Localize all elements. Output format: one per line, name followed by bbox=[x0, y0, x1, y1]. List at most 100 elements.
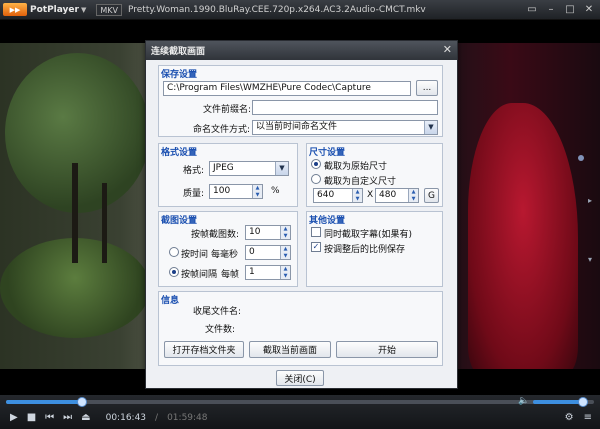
quality-spin-buttons[interactable]: ▲ ▼ bbox=[252, 185, 262, 198]
pin-icon[interactable]: ▭ bbox=[523, 2, 541, 17]
format-select[interactable]: JPEG ▼ bbox=[209, 161, 289, 176]
settings-icon[interactable]: ⚙ bbox=[565, 412, 574, 423]
original-size-label[interactable]: 截取为原始尺寸 bbox=[324, 159, 387, 172]
volume-handle[interactable] bbox=[577, 397, 588, 407]
start-button[interactable]: 开始 bbox=[336, 341, 438, 358]
width-spin-buttons[interactable]: ▲ ▼ bbox=[352, 189, 362, 202]
frame-interval-spinner[interactable]: 1 ▲ ▼ bbox=[245, 265, 291, 280]
seek-bar-progress bbox=[6, 400, 83, 404]
figure-in-red bbox=[468, 103, 578, 369]
browse-button[interactable]: ... bbox=[416, 80, 438, 96]
player-titlebar: ▶▶ PotPlayer ▼ MKV Pretty.Woman.1990.Blu… bbox=[0, 0, 600, 20]
next-icon[interactable]: ⏭ bbox=[63, 412, 72, 423]
original-size-radio[interactable] bbox=[311, 159, 321, 169]
save-settings-label: 保存设置 bbox=[161, 70, 198, 80]
seek-bar[interactable] bbox=[6, 397, 594, 407]
save-path-field[interactable]: C:\Program Files\WMZHE\Pure Codec\Captur… bbox=[163, 81, 411, 96]
potplayer-logo[interactable]: ▶▶ bbox=[3, 3, 27, 16]
spin-down-icon[interactable]: ▼ bbox=[281, 273, 290, 280]
quality-label: 质量: bbox=[183, 189, 205, 199]
seek-handle[interactable] bbox=[77, 397, 88, 407]
quality-value: 100 bbox=[213, 186, 231, 196]
volume-level bbox=[533, 400, 583, 404]
dialog-title: 连续截取画面 bbox=[151, 47, 206, 57]
file-title: Pretty.Woman.1990.BluRay.CEE.720p.x264.A… bbox=[127, 4, 426, 15]
naming-select[interactable]: 以当前时间命名文件 ▼ bbox=[252, 120, 438, 135]
minimize-icon[interactable]: – bbox=[542, 2, 560, 17]
custom-size-label[interactable]: 截取为自定义尺寸 bbox=[324, 174, 396, 187]
per-ms-label: 每毫秒 bbox=[211, 250, 239, 260]
quality-unit: % bbox=[271, 186, 280, 196]
prefix-field[interactable] bbox=[252, 100, 438, 115]
chevron-down-icon[interactable]: ▼ bbox=[275, 162, 288, 175]
ms-spinner[interactable]: 0 ▲ ▼ bbox=[245, 245, 291, 260]
height-value: 480 bbox=[379, 190, 397, 200]
frame-interval-spin-buttons[interactable]: ▲ ▼ bbox=[280, 266, 290, 279]
capture-settings-label: 截图设置 bbox=[161, 216, 198, 226]
by-frame-radio[interactable] bbox=[169, 267, 179, 277]
frame-count-spin-buttons[interactable]: ▲ ▼ bbox=[280, 226, 290, 239]
prefix-label: 文件前缀名: bbox=[203, 105, 252, 115]
frame-interval-value: 1 bbox=[249, 267, 255, 277]
info-group: 信息 收尾文件名: 文件数: 打开存档文件夹 截取当前画面 开始 bbox=[158, 291, 443, 366]
chevron-down-icon[interactable]: ▼ bbox=[424, 121, 437, 134]
size-x-label: X bbox=[367, 190, 374, 200]
menu-icon[interactable]: ≡ bbox=[584, 412, 592, 423]
volume-bar[interactable] bbox=[533, 397, 588, 407]
right-controls: ⚙ ≡ bbox=[565, 412, 592, 423]
capture-subtitle-label[interactable]: 同时截取字幕(如果有) bbox=[324, 227, 412, 240]
window-buttons: ▭ – □ ✕ bbox=[523, 2, 598, 17]
keep-aspect-checkbox[interactable]: ✓ bbox=[311, 242, 321, 252]
dialog-close-icon[interactable]: ✕ bbox=[443, 43, 452, 56]
quality-spinner[interactable]: 100 ▲ ▼ bbox=[209, 184, 263, 199]
height-spinner[interactable]: 480 ▲ ▼ bbox=[375, 188, 419, 203]
by-time-label[interactable]: 按时间 bbox=[181, 247, 208, 260]
size-g-button[interactable]: G bbox=[424, 188, 439, 203]
spin-down-icon[interactable]: ▼ bbox=[409, 196, 418, 203]
volume-icon[interactable]: 🔈 bbox=[518, 396, 529, 406]
other-settings-label: 其他设置 bbox=[309, 216, 346, 226]
previous-icon[interactable]: ⏮ bbox=[45, 412, 54, 423]
frame-count-value: 10 bbox=[249, 227, 261, 237]
size-settings-group: 尺寸设置 截取为原始尺寸 截取为自定义尺寸 640 ▲ ▼ X 480 ▲ ▼ G bbox=[306, 143, 443, 207]
width-spinner[interactable]: 640 ▲ ▼ bbox=[313, 188, 363, 203]
spin-down-icon[interactable]: ▼ bbox=[281, 233, 290, 240]
frame-count-spinner[interactable]: 10 ▲ ▼ bbox=[245, 225, 291, 240]
spin-down-icon[interactable]: ▼ bbox=[281, 253, 290, 260]
capture-subtitle-checkbox[interactable] bbox=[311, 227, 321, 237]
custom-size-radio[interactable] bbox=[311, 174, 321, 184]
ms-spin-buttons[interactable]: ▲ ▼ bbox=[280, 246, 290, 259]
time-separator: / bbox=[155, 412, 159, 423]
playlist-toggle-icon[interactable]: ▸ bbox=[588, 196, 597, 205]
stop-icon[interactable]: ■ bbox=[27, 412, 36, 423]
capture-now-button[interactable]: 截取当前画面 bbox=[249, 341, 331, 358]
by-frame-label[interactable]: 按帧间隔 bbox=[181, 267, 217, 280]
format-badge: MKV bbox=[96, 3, 122, 16]
by-time-radio[interactable] bbox=[169, 247, 179, 257]
app-name[interactable]: PotPlayer bbox=[30, 5, 79, 15]
eject-icon[interactable]: ⏏ bbox=[81, 412, 90, 423]
close-button[interactable]: 关闭(C) bbox=[276, 370, 324, 386]
close-icon[interactable]: ✕ bbox=[580, 2, 598, 17]
time-current: 00:16:43 bbox=[105, 412, 147, 423]
maximize-icon[interactable]: □ bbox=[561, 2, 579, 17]
file-count-label: 文件数: bbox=[205, 325, 236, 335]
open-folder-button[interactable]: 打开存档文件夹 bbox=[164, 341, 244, 358]
naming-select-value: 以当前时间命名文件 bbox=[256, 122, 338, 132]
tail-filename-label: 收尾文件名: bbox=[193, 307, 242, 317]
height-spin-buttons[interactable]: ▲ ▼ bbox=[408, 189, 418, 202]
spin-down-icon[interactable]: ▼ bbox=[253, 192, 262, 199]
app-menu-arrow-icon[interactable]: ▼ bbox=[81, 6, 86, 14]
size-settings-label: 尺寸设置 bbox=[309, 148, 346, 158]
playback-buttons: ▶ ■ ⏮ ⏭ ⏏ 00:16:43 / 01:59:48 bbox=[10, 412, 208, 423]
format-settings-group: 格式设置 格式: JPEG ▼ 质量: 100 ▲ ▼ % bbox=[158, 143, 298, 207]
scroll-down-icon[interactable]: ▾ bbox=[588, 255, 597, 264]
play-icon[interactable]: ▶ bbox=[10, 412, 18, 423]
format-select-value: JPEG bbox=[213, 163, 234, 173]
continuous-capture-dialog: 连续截取画面 ✕ 保存设置 C:\Program Files\WMZHE\Pur… bbox=[145, 40, 458, 389]
tree-trunk bbox=[72, 163, 78, 263]
naming-label: 命名文件方式: bbox=[193, 125, 251, 135]
spin-down-icon[interactable]: ▼ bbox=[353, 196, 362, 203]
keep-aspect-label[interactable]: 按调整后的比例保存 bbox=[324, 242, 405, 255]
other-settings-group: 其他设置 同时截取字幕(如果有) ✓ 按调整后的比例保存 bbox=[306, 211, 443, 287]
